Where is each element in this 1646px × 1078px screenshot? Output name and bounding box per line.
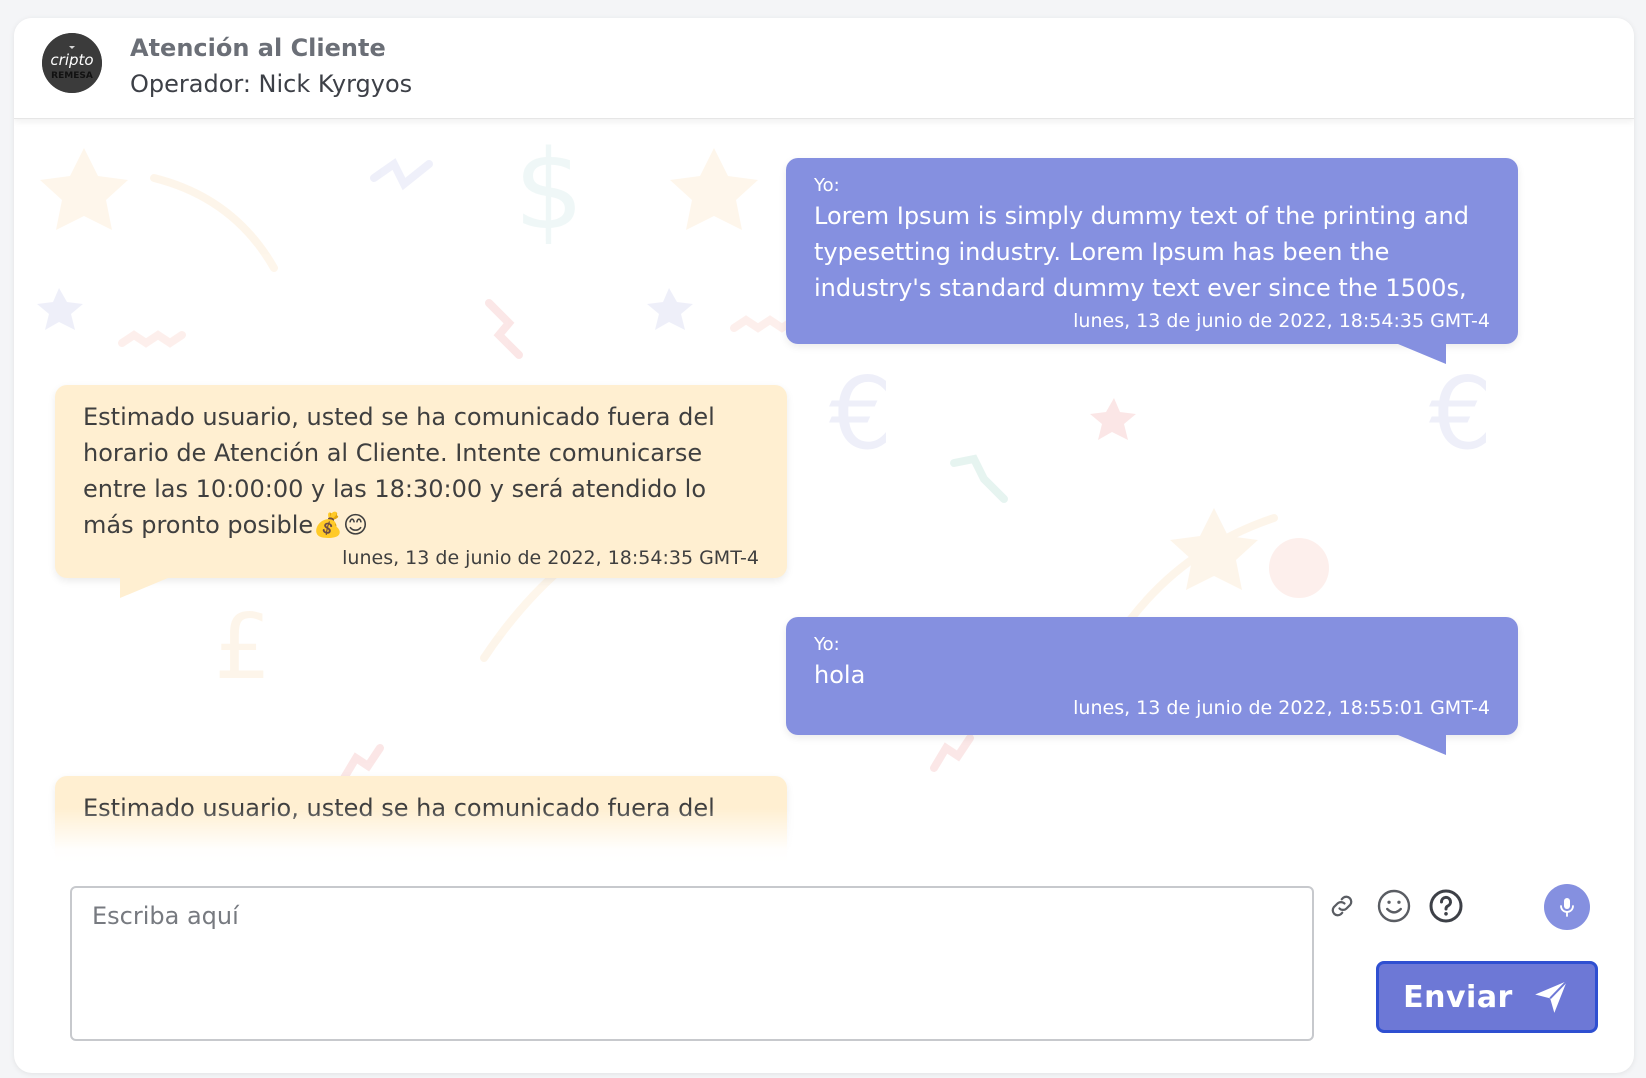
- message-text: Estimado usuario, usted se ha comunicado…: [83, 403, 715, 539]
- message-bubble-outgoing: Yo: Lorem Ipsum is simply dummy text of …: [786, 158, 1518, 344]
- emoji-icon: [1377, 889, 1411, 923]
- bubble-tail: [1398, 344, 1446, 364]
- microphone-icon: [1560, 898, 1574, 917]
- send-button-label: Enviar: [1403, 979, 1513, 1015]
- logo-text-bottom: REMESA: [51, 71, 93, 81]
- bubble-tail: [1398, 735, 1446, 755]
- svg-text:€: €: [1429, 355, 1493, 472]
- message-input-box[interactable]: [70, 886, 1314, 1041]
- link-icon: [1331, 895, 1353, 917]
- operator-name: Operador: Nick Kyrgyos: [130, 70, 413, 98]
- logo-text-top: cripto: [50, 51, 93, 69]
- send-button[interactable]: Enviar: [1376, 961, 1598, 1033]
- svg-text:£: £: [214, 595, 271, 700]
- attach-link-button[interactable]: [1322, 886, 1362, 926]
- message-text: Lorem Ipsum is simply dummy text of the …: [814, 202, 1469, 302]
- svg-text:$: $: [514, 126, 584, 254]
- message-list[interactable]: $ € € £ Yo: Lorem Ipsum is simply dummy …: [14, 118, 1634, 863]
- help-button[interactable]: [1426, 886, 1466, 926]
- chat-header: cripto REMESA Atención al Cliente Operad…: [14, 18, 1634, 119]
- scroll-fade: [14, 808, 1634, 863]
- send-icon: [1535, 980, 1568, 1013]
- message-timestamp: lunes, 13 de junio de 2022, 18:55:01 GMT…: [1073, 697, 1490, 719]
- svg-text:€: €: [829, 355, 893, 472]
- message-text: hola: [814, 661, 866, 689]
- bubble-tail: [120, 578, 168, 598]
- message-bubble-outgoing: Yo: hola lunes, 13 de junio de 2022, 18:…: [786, 617, 1518, 735]
- voice-record-button[interactable]: [1544, 884, 1590, 930]
- message-sender: Yo:: [814, 634, 840, 655]
- message-sender: Yo:: [814, 175, 840, 196]
- chat-window: cripto REMESA Atención al Cliente Operad…: [14, 18, 1634, 1073]
- company-logo: cripto REMESA: [42, 33, 102, 93]
- message-input[interactable]: [72, 888, 1312, 1039]
- message-bubble-incoming: Estimado usuario, usted se ha comunicado…: [55, 385, 787, 578]
- help-icon: [1429, 889, 1463, 923]
- message-timestamp: lunes, 13 de junio de 2022, 18:54:35 GMT…: [342, 547, 759, 569]
- message-timestamp: lunes, 13 de junio de 2022, 18:54:35 GMT…: [1073, 310, 1490, 332]
- emoji-button[interactable]: [1374, 886, 1414, 926]
- chat-title: Atención al Cliente: [130, 34, 386, 62]
